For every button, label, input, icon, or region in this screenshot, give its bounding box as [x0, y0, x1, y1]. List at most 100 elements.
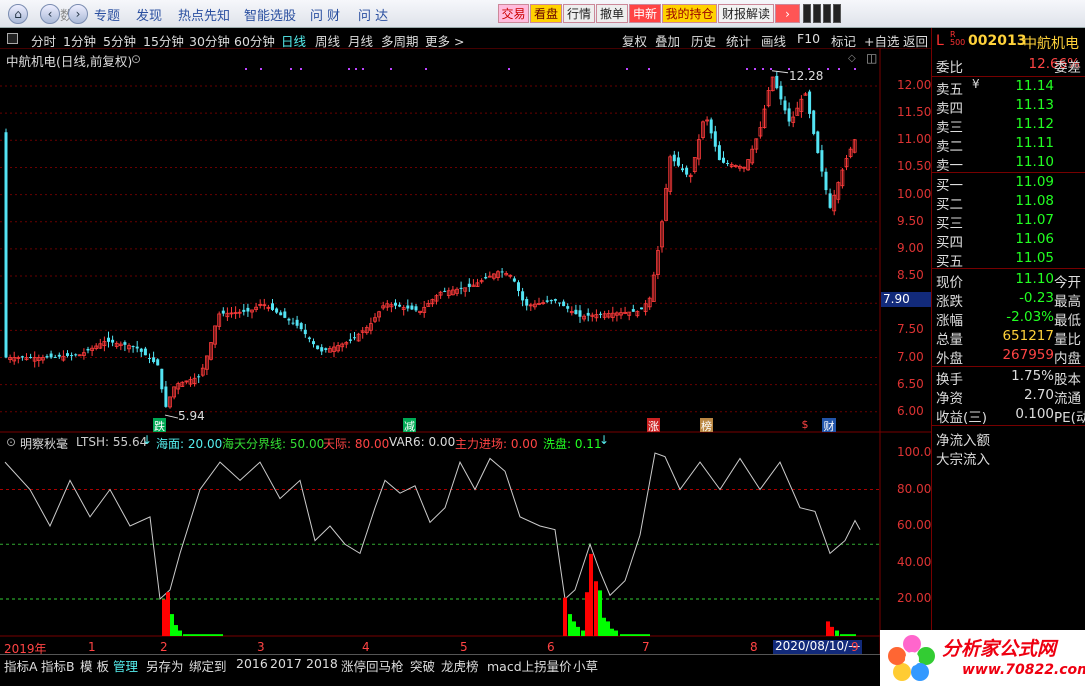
- menu-wenda[interactable]: 问 达: [358, 5, 388, 24]
- tab-10[interactable]: 突破: [410, 656, 435, 675]
- indicator-tick: 60.00: [897, 518, 932, 532]
- indicator-bar: [835, 630, 839, 636]
- btn-kanpan[interactable]: 看盘: [530, 4, 562, 23]
- flow-label-2[interactable]: 大宗流入: [936, 448, 990, 468]
- stat-label: 总量: [936, 332, 963, 348]
- ind-haimian: 海面: 20.00: [156, 437, 223, 451]
- menu-zhuanti[interactable]: 专题: [94, 5, 120, 24]
- marker-die[interactable]: 跌: [153, 418, 166, 433]
- timeline-month: 5: [460, 640, 468, 654]
- tab-8[interactable]: 2018: [306, 656, 338, 671]
- stat-extra: 最高: [1054, 294, 1081, 310]
- home-icon[interactable]: ⌂: [8, 4, 28, 24]
- menu-xuangu[interactable]: 智能选股: [244, 5, 296, 24]
- price-tick: 11.00: [897, 132, 932, 147]
- tab-13[interactable]: 小草: [573, 656, 598, 675]
- stock-name: 中航机电: [1023, 36, 1079, 52]
- candle-body: [353, 337, 356, 339]
- yen-icon: ¥: [972, 77, 980, 91]
- flower-logo-icon: [888, 635, 935, 681]
- flow-label-1[interactable]: 净流入额: [936, 429, 990, 449]
- tab-6[interactable]: 2016: [236, 656, 268, 671]
- kline-chart[interactable]: [0, 48, 931, 654]
- minimize-icon[interactable]: ◫: [866, 51, 877, 65]
- btn-hangqing[interactable]: 行情: [563, 4, 595, 23]
- candle-body: [316, 345, 320, 350]
- tab-1[interactable]: 指标B: [41, 656, 75, 675]
- candle-body: [29, 357, 33, 359]
- stat-label: 外盘: [936, 351, 963, 367]
- tool-f10[interactable]: F10: [797, 31, 820, 46]
- tab-5[interactable]: 绑定到: [189, 656, 227, 675]
- price-tick: 6.50: [897, 376, 924, 391]
- indicator-bar: [589, 553, 593, 636]
- tab-3[interactable]: 管理: [113, 656, 138, 675]
- indicator-bar: [614, 630, 618, 636]
- tab-9[interactable]: 涨停回马枪: [341, 656, 404, 675]
- tab-0[interactable]: 指标A: [4, 656, 38, 675]
- price-tick: 11.50: [897, 105, 932, 120]
- menu-wencai[interactable]: 问 财: [310, 5, 340, 24]
- marker-cai[interactable]: 财: [822, 418, 836, 433]
- candle-body: [197, 376, 201, 378]
- stat-row: 总量 651217 量比: [932, 328, 1085, 348]
- marker-zhang[interactable]: 涨: [647, 418, 660, 433]
- indicator-bar: [610, 628, 614, 636]
- candle-body: [398, 304, 402, 307]
- sell-row: 卖二 11.11: [932, 135, 1085, 155]
- tab-4[interactable]: 另存为: [146, 656, 184, 675]
- bottom-tabs: 指标A 指标B 模 板管理 另存为 绑定到 2016 2017 2018 涨停回马枪 突破 龙虎榜 m…: [0, 654, 880, 675]
- forward-icon[interactable]: ›: [68, 4, 88, 24]
- tab-11[interactable]: 龙虎榜: [441, 656, 479, 675]
- btn-jiaoyi[interactable]: 交易: [498, 4, 529, 23]
- price-tick: 7.50: [897, 322, 924, 337]
- signal-dot: [648, 68, 650, 70]
- timeline-month: 8: [750, 640, 758, 654]
- indicator-bar: [572, 621, 576, 636]
- chevron-down-icon[interactable]: ⊙: [131, 52, 141, 66]
- indicator-bar: [563, 597, 567, 636]
- candle-body: [303, 329, 307, 335]
- diamond-icon[interactable]: ◇: [848, 53, 856, 64]
- sell-price: 11.11: [1015, 135, 1054, 151]
- candle-body: [152, 357, 156, 363]
- candle-body: [312, 341, 315, 345]
- tab-7[interactable]: 2017: [270, 656, 302, 671]
- sell-row: 卖四 11.13: [932, 97, 1085, 117]
- marker-bang[interactable]: 榜: [700, 418, 713, 433]
- sell-row: 卖五 11.14: [932, 78, 1085, 98]
- marker-dollar[interactable]: $: [800, 418, 810, 432]
- candle-body: [824, 171, 828, 191]
- stat-row: 涨跌 -0.23 最高: [932, 290, 1085, 310]
- back-icon[interactable]: ‹: [40, 4, 60, 24]
- marker-jian[interactable]: 减: [403, 418, 416, 433]
- signal-dot: [838, 68, 840, 70]
- indicator-collapse-icon[interactable]: ⊙: [6, 435, 16, 449]
- tab-12[interactable]: macd上拐量价: [487, 656, 572, 675]
- stat-value: 267959: [1002, 347, 1054, 363]
- tab-2[interactable]: 模 板: [80, 656, 109, 675]
- more-arrow-icon[interactable]: ›: [775, 4, 800, 23]
- btn-chedan[interactable]: 撤单: [596, 4, 628, 23]
- candle-body: [131, 346, 135, 348]
- window-icon[interactable]: [7, 33, 18, 44]
- btn-shenxin[interactable]: 申新: [629, 4, 661, 23]
- candle-body: [558, 302, 561, 304]
- buy-row: 买四 11.06: [932, 231, 1085, 251]
- stat-extra: 内盘: [1054, 351, 1081, 367]
- btn-chicang[interactable]: 我的持仓: [662, 4, 717, 23]
- signal-dot: [508, 68, 510, 70]
- indicator-bar: [170, 614, 174, 636]
- r500-icon: R 500: [950, 30, 966, 47]
- menu-faxian[interactable]: 发现: [136, 5, 162, 24]
- btn-caibao[interactable]: 财报解读: [718, 4, 774, 23]
- candle-body: [640, 307, 643, 310]
- signal-dot: [390, 68, 392, 70]
- period-toolbar: 分时 1分钟 5分钟 15分钟 30分钟 60分钟 日线 周线 月线 多周期 更…: [0, 28, 931, 49]
- candle-body: [291, 322, 295, 324]
- menu-redian[interactable]: 热点先知: [178, 5, 230, 24]
- candle-body: [459, 287, 463, 289]
- candle-body: [299, 323, 303, 330]
- sell-level: 卖二: [936, 139, 963, 155]
- signal-dot: [245, 68, 247, 70]
